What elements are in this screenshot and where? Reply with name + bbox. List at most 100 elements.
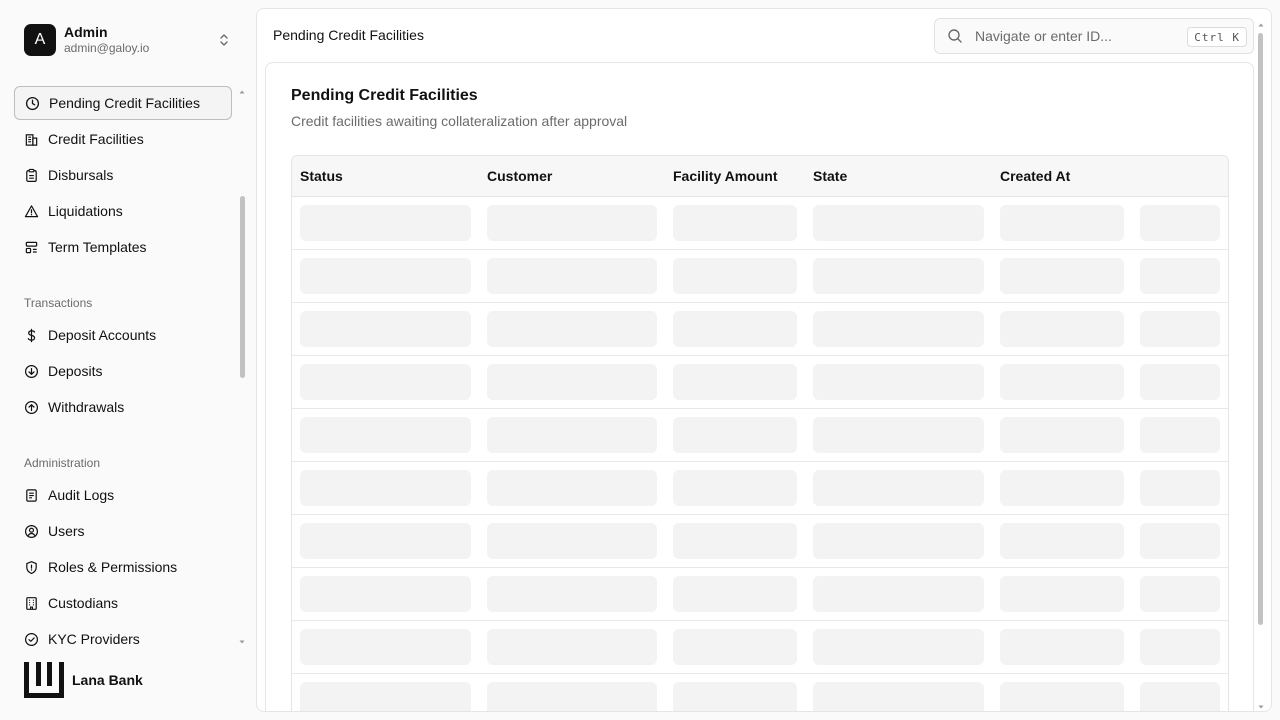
sidebar-item-disbursals[interactable]: Disbursals [14, 158, 232, 192]
skeleton-cell [1000, 258, 1124, 294]
sidebar-item-roles-permissions[interactable]: Roles & Permissions [14, 550, 232, 584]
account-info: Admin admin@galoy.io [64, 24, 149, 56]
skeleton-cell [673, 364, 797, 400]
avatar: A [24, 24, 56, 56]
skeleton-cell [1000, 364, 1124, 400]
skeleton-cell [300, 523, 471, 559]
skeleton-cell [300, 205, 471, 241]
skeleton-cell [300, 682, 471, 711]
sidebar-item-deposit-accounts[interactable]: Deposit Accounts [14, 318, 232, 352]
command-search[interactable]: Ctrl K [934, 18, 1254, 54]
table-row [292, 568, 1228, 621]
skeleton-cell [813, 682, 984, 711]
skeleton-cell [487, 364, 657, 400]
skeleton-cell [1140, 364, 1220, 400]
skeleton-cell [673, 629, 797, 665]
user-circle-icon [24, 524, 39, 538]
sidebar-section-transactions: Transactions [24, 296, 93, 310]
sidebar-scroll-up-arrow-icon[interactable] [238, 88, 246, 96]
sidebar-item-liquidations[interactable]: Liquidations [14, 194, 232, 228]
clock-icon [25, 96, 40, 110]
skeleton-cell [673, 682, 797, 711]
brand: Lana Bank [24, 662, 143, 698]
account-email: admin@galoy.io [64, 41, 150, 55]
account-switcher[interactable]: A Admin admin@galoy.io [14, 16, 242, 64]
skeleton-cell [1140, 682, 1220, 711]
column-header-status[interactable]: Status [300, 168, 343, 184]
arrow-down-circle-icon [24, 364, 39, 378]
sidebar-scrollbar-thumb[interactable] [240, 196, 245, 378]
page-breadcrumb-title: Pending Credit Facilities [273, 27, 424, 43]
shield-icon [26, 560, 37, 574]
sidebar-scroll-down-arrow-icon[interactable] [238, 638, 246, 646]
sidebar-item-custodians[interactable]: Custodians [14, 586, 232, 620]
skeleton-cell [487, 311, 657, 347]
skeleton-cell [673, 311, 797, 347]
column-header-created-at[interactable]: Created At [1000, 168, 1070, 184]
skeleton-cell [1000, 470, 1124, 506]
main-scrollbar-thumb[interactable] [1258, 33, 1263, 625]
sidebar-item-kyc-providers[interactable]: KYC Providers [14, 622, 232, 652]
facilities-table: Status Customer Facility Amount State Cr… [291, 155, 1229, 711]
check-circle-icon [24, 632, 39, 646]
skeleton-cell [487, 682, 657, 711]
main-panel: Pending Credit Facilities Ctrl K Pending… [256, 8, 1272, 712]
sidebar-item-label: Custodians [48, 595, 119, 611]
skeleton-cell [487, 470, 657, 506]
warning-triangle-icon [24, 204, 39, 217]
card-description: Credit facilities awaiting collateraliza… [291, 113, 628, 129]
sidebar-item-audit-logs[interactable]: Audit Logs [14, 478, 232, 512]
skeleton-cell [1140, 311, 1220, 347]
table-header: Status Customer Facility Amount State Cr… [292, 156, 1228, 197]
lana-bank-logo-icon [24, 662, 64, 698]
skeleton-cell [1140, 205, 1220, 241]
account-name: Admin [64, 24, 108, 40]
keyboard-shortcut-badge: Ctrl K [1187, 27, 1247, 47]
main-scroll-down-arrow-icon[interactable] [1257, 703, 1265, 711]
skeleton-cell [300, 629, 471, 665]
skeleton-cell [1140, 417, 1220, 453]
skeleton-cell [487, 205, 657, 241]
sidebar-item-deposits[interactable]: Deposits [14, 354, 232, 388]
skeleton-cell [673, 205, 797, 241]
sidebar-section-administration: Administration [24, 456, 101, 470]
skeleton-cell [673, 470, 797, 506]
sidebar: A Admin admin@galoy.io Pending Credit Fa… [0, 0, 256, 720]
sidebar-item-label: KYC Providers [48, 631, 140, 647]
table-row [292, 621, 1228, 674]
search-input[interactable] [975, 28, 1175, 44]
sidebar-item-withdrawals[interactable]: Withdrawals [14, 390, 232, 424]
dollar-icon [27, 328, 36, 342]
sidebar-item-pending-credit-facilities[interactable]: Pending Credit Facilities [14, 86, 232, 120]
brand-name: Lana Bank [72, 672, 143, 688]
sidebar-item-label: Pending Credit Facilities [49, 95, 200, 111]
sidebar-item-term-templates[interactable]: Term Templates [14, 230, 232, 264]
skeleton-cell [487, 629, 657, 665]
skeleton-cell [813, 311, 984, 347]
table-row [292, 303, 1228, 356]
table-row [292, 197, 1228, 250]
skeleton-cell [813, 470, 984, 506]
column-header-facility-amount[interactable]: Facility Amount [673, 168, 778, 184]
sidebar-nav: Pending Credit Facilities Credit Facilit… [0, 86, 250, 652]
skeleton-cell [813, 629, 984, 665]
template-icon [25, 241, 38, 253]
skeleton-cell [300, 364, 471, 400]
table-row [292, 409, 1228, 462]
skeleton-cell [813, 205, 984, 241]
sidebar-item-credit-facilities[interactable]: Credit Facilities [14, 122, 232, 156]
sidebar-item-label: Term Templates [48, 239, 147, 255]
column-header-state[interactable]: State [813, 168, 847, 184]
arrow-up-circle-icon [24, 400, 39, 414]
skeleton-cell [1140, 470, 1220, 506]
skeleton-cell [300, 417, 471, 453]
sidebar-item-users[interactable]: Users [14, 514, 232, 548]
skeleton-cell [487, 576, 657, 612]
column-header-customer[interactable]: Customer [487, 168, 552, 184]
skeleton-cell [813, 364, 984, 400]
main-scroll-up-arrow-icon[interactable] [1257, 21, 1265, 29]
table-row [292, 250, 1228, 303]
skeleton-cell [487, 417, 657, 453]
skeleton-cell [813, 576, 984, 612]
skeleton-cell [673, 576, 797, 612]
